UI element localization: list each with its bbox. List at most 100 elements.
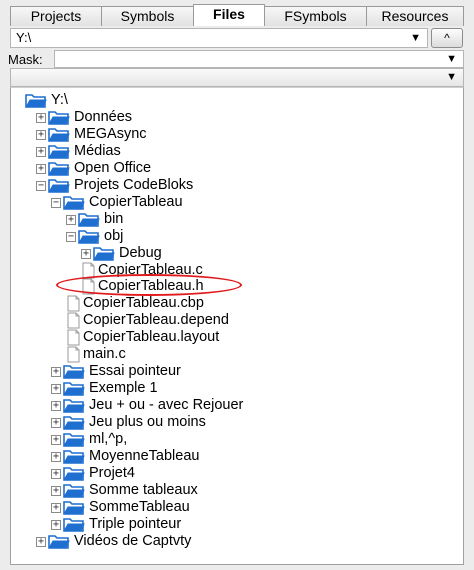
file-icon	[67, 329, 80, 346]
tree-folder-projet4[interactable]: + Projet4	[11, 465, 463, 482]
tree-folder-obj[interactable]: − obj	[11, 228, 463, 245]
collapse-icon[interactable]: −	[51, 197, 61, 208]
tree-item-label: CopierTableau.depend	[83, 312, 229, 329]
tree-folder-jeu-plus-ou-moins[interactable]: + Jeu plus ou moins	[11, 414, 463, 431]
tree-folder-debug[interactable]: + Debug	[11, 245, 463, 262]
tree-item-label: Données	[74, 108, 133, 125]
path-value: Y:\	[16, 30, 32, 45]
expand-icon[interactable]: +	[51, 468, 61, 479]
tree-folder-open-office[interactable]: + Open Office	[11, 160, 463, 177]
tab-files[interactable]: Files	[193, 4, 265, 26]
filter-dropdown[interactable]: ▼	[10, 68, 464, 87]
folder-icon	[63, 432, 85, 447]
tree-folder-megasync[interactable]: + MEGAsync	[11, 126, 463, 143]
tree-file-copiertableau-c[interactable]: CopierTableau.c	[11, 262, 463, 279]
tab-resources[interactable]: Resources	[366, 6, 464, 26]
tree-file-copiertableau-h[interactable]: CopierTableau.h	[11, 278, 463, 295]
tree-folder-projets-codebloks[interactable]: − Projets CodeBloks	[11, 177, 463, 194]
tree-folder-ml-p[interactable]: + ml,^p,	[11, 431, 463, 448]
tree-file-main-c[interactable]: main.c	[11, 346, 463, 363]
dropdown-arrow-icon[interactable]: ▼	[446, 70, 457, 84]
tree-folder-jeu-ou-avec-rejouer[interactable]: + Jeu + ou - avec Rejouer	[11, 397, 463, 414]
tree-item-label: main.c	[83, 346, 126, 363]
tree-item-label: MoyenneTableau	[89, 447, 200, 464]
expand-icon[interactable]: +	[51, 401, 61, 412]
expand-icon[interactable]: +	[51, 451, 61, 462]
tree-item-label: CopierTableau.h	[98, 278, 204, 295]
tree-folder-donn-es[interactable]: + Données	[11, 109, 463, 126]
expand-icon[interactable]: +	[51, 384, 61, 395]
folder-icon	[93, 246, 115, 261]
tree-item-label: Triple pointeur	[89, 515, 182, 532]
tree-file-copiertableau-layout[interactable]: CopierTableau.layout	[11, 329, 463, 346]
folder-icon	[63, 415, 85, 430]
folder-icon	[78, 212, 100, 227]
expand-icon[interactable]: +	[51, 418, 61, 429]
tree-folder-essai-pointeur[interactable]: + Essai pointeur	[11, 363, 463, 380]
tab-projects[interactable]: Projects	[10, 6, 102, 26]
folder-icon	[63, 195, 85, 210]
tree-item-label: Jeu + ou - avec Rejouer	[89, 397, 244, 414]
tree-file-copiertableau-depend[interactable]: CopierTableau.depend	[11, 312, 463, 329]
tree-folder-somme-tableaux[interactable]: + Somme tableaux	[11, 482, 463, 499]
expand-icon[interactable]: +	[81, 248, 91, 259]
expand-icon[interactable]: +	[36, 146, 46, 157]
expand-icon[interactable]: +	[51, 367, 61, 378]
tree-folder-m-dias[interactable]: + Médias	[11, 143, 463, 160]
tree-item-label: Médias	[74, 142, 121, 159]
tree-folder-vid-os-de-captvty[interactable]: + Vidéos de Captvty	[11, 533, 463, 550]
tree-folder-sommetableau[interactable]: + SommeTableau	[11, 499, 463, 516]
tree-item-label: ml,^p,	[89, 431, 128, 447]
tree-item-label: bin	[104, 210, 124, 227]
mask-label: Mask:	[8, 52, 43, 67]
tree-item-label: CopierTableau.layout	[83, 329, 220, 346]
folder-icon	[48, 178, 70, 193]
expand-icon[interactable]: +	[51, 485, 61, 496]
tree-item-label: Y:\	[51, 92, 68, 108]
folder-icon	[63, 517, 85, 532]
collapse-icon[interactable]: −	[66, 231, 76, 242]
file-tree[interactable]: Y:\ + Données + MEGAsync + Médias + Open Office −…	[10, 87, 464, 565]
tab-fsymbols[interactable]: FSymbols	[264, 6, 367, 26]
folder-icon	[48, 161, 70, 176]
tree-item-label: Exemple 1	[89, 380, 158, 397]
tree-item-label: CopierTableau.c	[98, 261, 203, 278]
expand-icon[interactable]: +	[36, 163, 46, 174]
mask-combobox[interactable]: ▼	[54, 50, 464, 68]
file-icon	[82, 278, 95, 295]
collapse-icon[interactable]: −	[36, 180, 46, 191]
tree-folder-y[interactable]: Y:\	[11, 92, 463, 109]
folder-icon	[63, 449, 85, 464]
expand-icon[interactable]: +	[36, 536, 46, 547]
tree-folder-triple-pointeur[interactable]: + Triple pointeur	[11, 516, 463, 533]
tree-item-label: obj	[104, 227, 124, 244]
file-icon	[82, 262, 95, 279]
folder-icon	[63, 398, 85, 413]
tree-folder-bin[interactable]: + bin	[11, 211, 463, 228]
dropdown-arrow-icon[interactable]: ▼	[446, 52, 457, 66]
tree-item-label: Vidéos de Captvty	[74, 532, 192, 549]
expand-icon[interactable]: +	[36, 129, 46, 140]
tree-item-label: Projet4	[89, 464, 135, 481]
tree-item-label: Debug	[119, 244, 162, 261]
dropdown-arrow-icon[interactable]: ▼	[410, 31, 421, 45]
tree-folder-exemple-1[interactable]: + Exemple 1	[11, 380, 463, 397]
file-icon	[67, 346, 80, 363]
expand-icon[interactable]: +	[51, 502, 61, 513]
tree-folder-moyennetableau[interactable]: + MoyenneTableau	[11, 448, 463, 465]
tree-item-label: CopierTableau.cbp	[83, 295, 204, 312]
path-row: Y:\ ▼ ^	[10, 28, 464, 50]
tree-folder-copiertableau[interactable]: − CopierTableau	[11, 194, 463, 211]
chevron-up-icon: ^	[444, 31, 450, 45]
path-combobox[interactable]: Y:\ ▼	[10, 28, 428, 48]
folder-icon	[63, 364, 85, 379]
tab-symbols[interactable]: Symbols	[101, 6, 194, 26]
tree-file-copiertableau-cbp[interactable]: CopierTableau.cbp	[11, 295, 463, 312]
file-icon	[67, 295, 80, 312]
expand-icon[interactable]: +	[51, 519, 61, 530]
expand-icon[interactable]: +	[36, 112, 46, 123]
up-directory-button[interactable]: ^	[431, 28, 463, 48]
expand-icon[interactable]: +	[51, 435, 61, 445]
expand-icon[interactable]: +	[66, 214, 76, 225]
tree-item-label: Somme tableaux	[89, 481, 198, 498]
